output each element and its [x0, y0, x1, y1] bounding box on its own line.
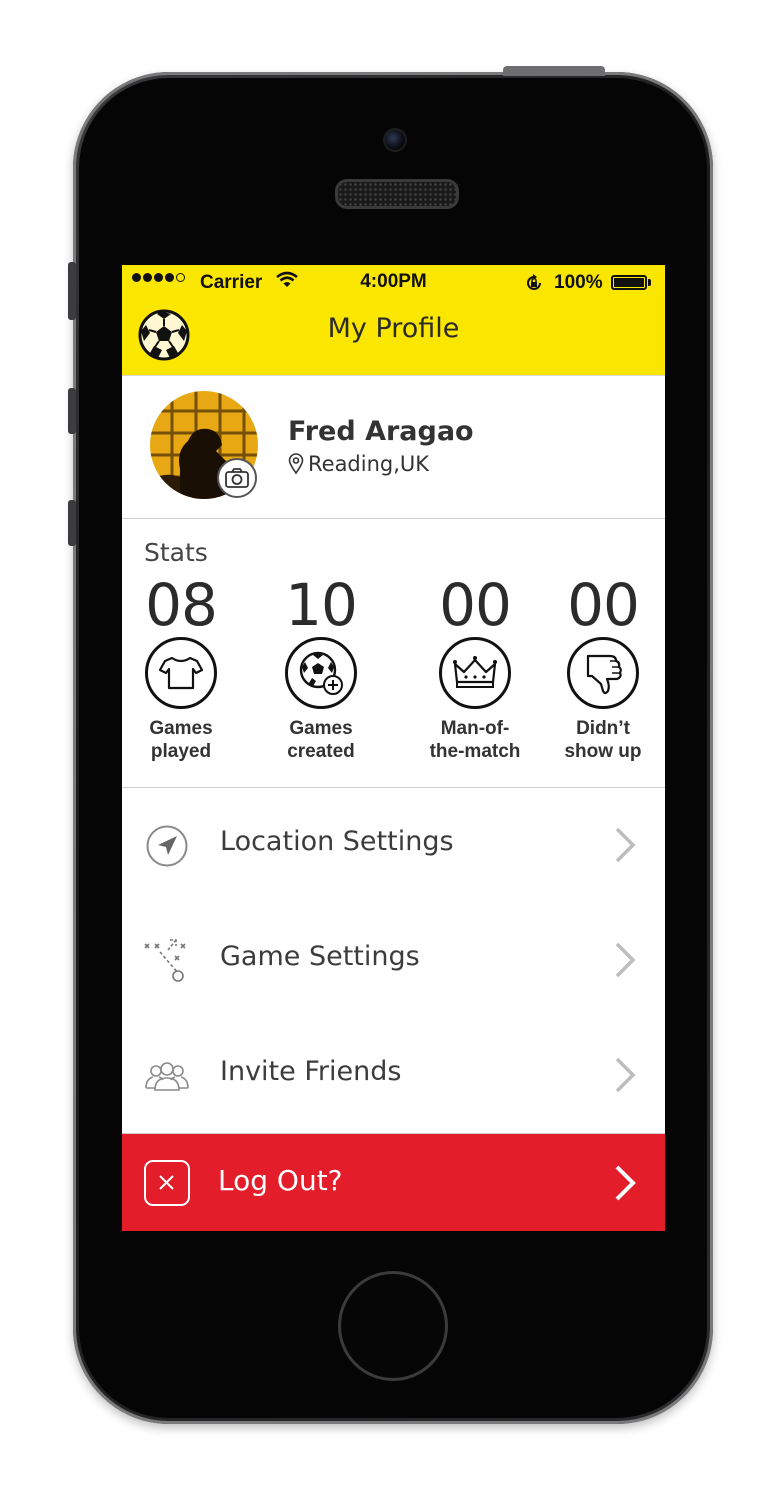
tactics-play-icon: [144, 939, 186, 982]
invite-friends-row[interactable]: Invite Friends: [122, 1018, 665, 1134]
crown-icon: [439, 637, 511, 709]
stat-label-line2: show up: [564, 741, 642, 762]
stats-section: Stats 08 Games played 10 Games created 0…: [122, 518, 665, 788]
volume-up-button: [68, 388, 76, 434]
stat-label-line2: created: [287, 741, 355, 762]
ball-plus-icon: [285, 637, 357, 709]
profile-header: Fred Aragao Reading,UK: [122, 376, 665, 519]
chevron-right-icon: [615, 942, 636, 978]
battery-tip: [648, 279, 651, 286]
stat-label-line1: Games: [289, 718, 353, 739]
home-button[interactable]: [338, 1271, 448, 1381]
app-screen: Carrier 4:00PM 100% My Profile Fred Arag…: [122, 265, 665, 1231]
thumbs-down-icon: [567, 637, 639, 709]
logout-label: Log Out?: [218, 1164, 343, 1197]
earpiece-speaker: [335, 179, 459, 209]
location-settings-row[interactable]: Location Settings: [122, 788, 665, 904]
stat-label-line1: Man-of-: [440, 718, 510, 739]
stat-value: 00: [567, 571, 640, 639]
location-pin-icon: [288, 453, 304, 475]
stat-label-line1: Didn’t: [576, 718, 630, 739]
chevron-right-icon: [615, 1165, 636, 1201]
invite-friends-label: Invite Friends: [220, 1056, 402, 1087]
game-settings-label: Game Settings: [220, 941, 420, 972]
battery-icon: [611, 275, 647, 290]
tshirt-icon: [145, 637, 217, 709]
stat-games-created[interactable]: 10 Games created: [246, 573, 396, 763]
location-text: Reading,UK: [308, 452, 430, 476]
user-name: Fred Aragao: [288, 416, 474, 447]
change-photo-button[interactable]: [217, 458, 257, 498]
stat-games-played[interactable]: 08 Games played: [122, 573, 256, 763]
power-button: [503, 66, 605, 76]
location-settings-label: Location Settings: [220, 826, 454, 857]
game-settings-row[interactable]: Game Settings: [122, 903, 665, 1019]
close-icon: [144, 1160, 190, 1206]
stat-label-line2: the-match: [429, 741, 521, 762]
volume-down-button: [68, 500, 76, 546]
stat-didnt-show-up[interactable]: 00 Didn’t show up: [528, 573, 665, 763]
stat-label-line2: played: [150, 741, 212, 762]
page-title: My Profile: [327, 313, 460, 344]
mute-switch: [68, 262, 76, 320]
friends-group-icon: [145, 1062, 189, 1091]
stat-label-line1: Games: [149, 718, 213, 739]
user-location: Reading,UK: [288, 452, 429, 476]
logout-button[interactable]: Log Out?: [122, 1134, 665, 1231]
nav-bar: My Profile: [122, 301, 665, 376]
stat-value: 08: [145, 571, 218, 639]
status-bar: Carrier 4:00PM 100%: [122, 265, 665, 301]
location-arrow-icon: [146, 825, 188, 867]
chevron-right-icon: [615, 827, 636, 863]
stat-value: 10: [285, 571, 358, 639]
rotation-lock-icon: [527, 274, 541, 290]
camera-icon: [225, 468, 249, 488]
front-camera: [383, 128, 407, 152]
battery-percentage: 100%: [554, 272, 603, 293]
chevron-right-icon: [615, 1057, 636, 1093]
stats-title: Stats: [144, 538, 208, 567]
